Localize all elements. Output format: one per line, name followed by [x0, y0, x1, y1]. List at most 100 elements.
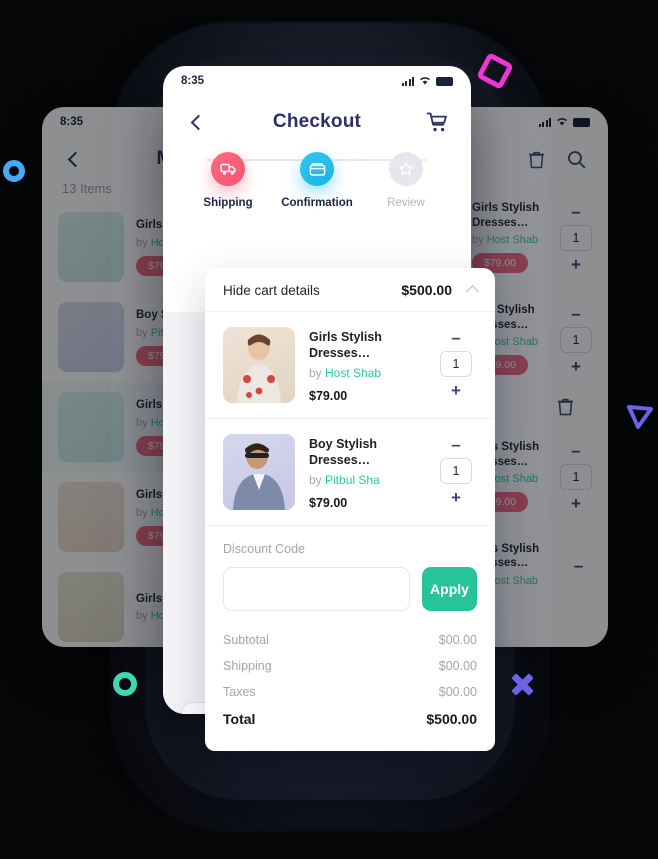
- total-row-subtotal: Subtotal $00.00: [223, 627, 477, 653]
- product-name: Girls Stylish Dresses…: [472, 202, 540, 229]
- wifi-icon: [557, 118, 567, 126]
- decrement-button[interactable]: –: [451, 329, 460, 346]
- chevron-left-icon: [67, 151, 84, 167]
- product-thumbnail: [58, 572, 124, 642]
- decrement-button[interactable]: –: [574, 557, 583, 574]
- status-time: 8:35: [60, 116, 84, 128]
- grand-total-value: $500.00: [426, 711, 477, 727]
- product-thumbnail: [58, 212, 124, 282]
- totals-section: Subtotal $00.00 Shipping $00.00 Taxes $0…: [205, 611, 495, 751]
- delete-button[interactable]: [524, 147, 548, 171]
- step-circle-review: [389, 152, 423, 186]
- blue-ring-shape: [3, 160, 25, 182]
- apply-discount-button[interactable]: Apply: [422, 567, 477, 611]
- total-row-grand: Total $500.00: [223, 705, 477, 733]
- status-time: 8:35: [181, 75, 205, 87]
- step-circle-confirmation: [300, 152, 334, 186]
- increment-button[interactable]: +: [571, 358, 581, 375]
- product-seller: by Host Shab: [309, 366, 382, 380]
- quantity-stepper[interactable]: – 1 +: [560, 303, 592, 375]
- signal-icon: [401, 77, 414, 86]
- subtotal-value: $00.00: [438, 633, 477, 647]
- cart-item: Boy Stylish Dresses… by Pitbul Sha $79.0…: [205, 419, 495, 526]
- purple-x-shape: [508, 670, 536, 698]
- checkout-stepper: Shipping Confirmation Review: [163, 138, 471, 209]
- total-row-shipping: Shipping $00.00: [223, 653, 477, 679]
- increment-button[interactable]: +: [571, 495, 581, 512]
- trash-icon: [528, 151, 544, 168]
- page-title: Checkout: [272, 111, 362, 132]
- decrement-button[interactable]: –: [451, 436, 460, 453]
- app-bar-checkout: Checkout: [163, 96, 471, 138]
- quantity-stepper[interactable]: – 1 +: [560, 201, 592, 273]
- chevron-left-icon: [190, 114, 207, 130]
- quantity-stepper[interactable]: – 1 +: [435, 434, 477, 510]
- decrement-button[interactable]: –: [571, 203, 580, 220]
- status-bar-checkout: 8:35: [163, 66, 471, 96]
- quantity-stepper[interactable]: –: [565, 555, 592, 574]
- cart-details-sheet: Hide cart details $500.00 Girls Stylish …: [205, 268, 495, 751]
- purple-triangle-shape: [625, 400, 655, 430]
- teal-ring-shape: [113, 672, 137, 696]
- shopping-cart-icon: [426, 112, 447, 131]
- quantity-stepper[interactable]: – 1 +: [435, 327, 477, 403]
- product-price: $79.00: [309, 496, 348, 510]
- shipping-label: Shipping: [223, 659, 272, 673]
- step-label-review: Review: [387, 197, 425, 209]
- discount-code-input[interactable]: [223, 567, 410, 611]
- step-circle-shipping: [211, 152, 245, 186]
- product-thumbnail: [58, 302, 124, 372]
- product-seller: by Host Shab: [472, 233, 539, 246]
- product-thumbnail: [223, 327, 295, 403]
- taxes-value: $00.00: [438, 685, 477, 699]
- step-confirmation[interactable]: Confirmation: [278, 152, 356, 209]
- discount-section: Discount Code Apply: [205, 526, 495, 611]
- increment-button[interactable]: +: [571, 256, 581, 273]
- cart-details-header[interactable]: Hide cart details $500.00: [205, 268, 495, 312]
- total-row-taxes: Taxes $00.00: [223, 679, 477, 705]
- product-seller: by Pitbul Sha: [309, 473, 380, 487]
- decrement-button[interactable]: –: [571, 305, 580, 322]
- step-label-confirmation: Confirmation: [281, 197, 353, 209]
- product-name: Girls Stylish Dresses…: [309, 330, 382, 360]
- product-thumbnail: [223, 434, 295, 510]
- cart-item: Girls Stylish Dresses… by Host Shab $79.…: [205, 312, 495, 419]
- step-review[interactable]: Review: [367, 152, 445, 209]
- quantity-value[interactable]: 1: [440, 351, 472, 377]
- search-icon: [567, 150, 585, 168]
- hide-cart-details-label[interactable]: Hide cart details: [223, 283, 401, 298]
- quantity-value[interactable]: 1: [560, 327, 592, 353]
- cart-total-amount: $500.00: [401, 282, 452, 298]
- trash-icon[interactable]: [557, 397, 574, 416]
- discount-code-label: Discount Code: [223, 542, 305, 556]
- battery-icon: [436, 77, 453, 86]
- cart-button[interactable]: [425, 110, 449, 134]
- step-label-shipping: Shipping: [203, 197, 253, 209]
- product-price: $79.00: [309, 389, 348, 403]
- subtotal-label: Subtotal: [223, 633, 269, 647]
- back-button-left[interactable]: [62, 147, 86, 171]
- increment-button[interactable]: +: [451, 489, 461, 506]
- increment-button[interactable]: +: [451, 382, 461, 399]
- product-thumbnail: [58, 482, 124, 552]
- chevron-up-icon[interactable]: [466, 285, 479, 298]
- quantity-value[interactable]: 1: [560, 464, 592, 490]
- status-icons: [401, 76, 453, 86]
- quantity-value[interactable]: 1: [560, 225, 592, 251]
- product-image: [233, 443, 285, 510]
- star-icon: [399, 161, 413, 176]
- decrement-button[interactable]: –: [571, 442, 580, 459]
- wallet-icon: [309, 162, 325, 176]
- signal-icon: [538, 118, 551, 127]
- taxes-label: Taxes: [223, 685, 256, 699]
- battery-icon: [573, 118, 590, 127]
- step-shipping[interactable]: Shipping: [189, 152, 267, 209]
- wifi-icon: [420, 77, 430, 85]
- status-icons: [538, 117, 590, 127]
- shipping-value: $00.00: [438, 659, 477, 673]
- back-button[interactable]: [185, 110, 209, 134]
- search-button[interactable]: [564, 147, 588, 171]
- quantity-value[interactable]: 1: [440, 458, 472, 484]
- product-image: [237, 334, 281, 403]
- quantity-stepper[interactable]: – 1 +: [560, 440, 592, 512]
